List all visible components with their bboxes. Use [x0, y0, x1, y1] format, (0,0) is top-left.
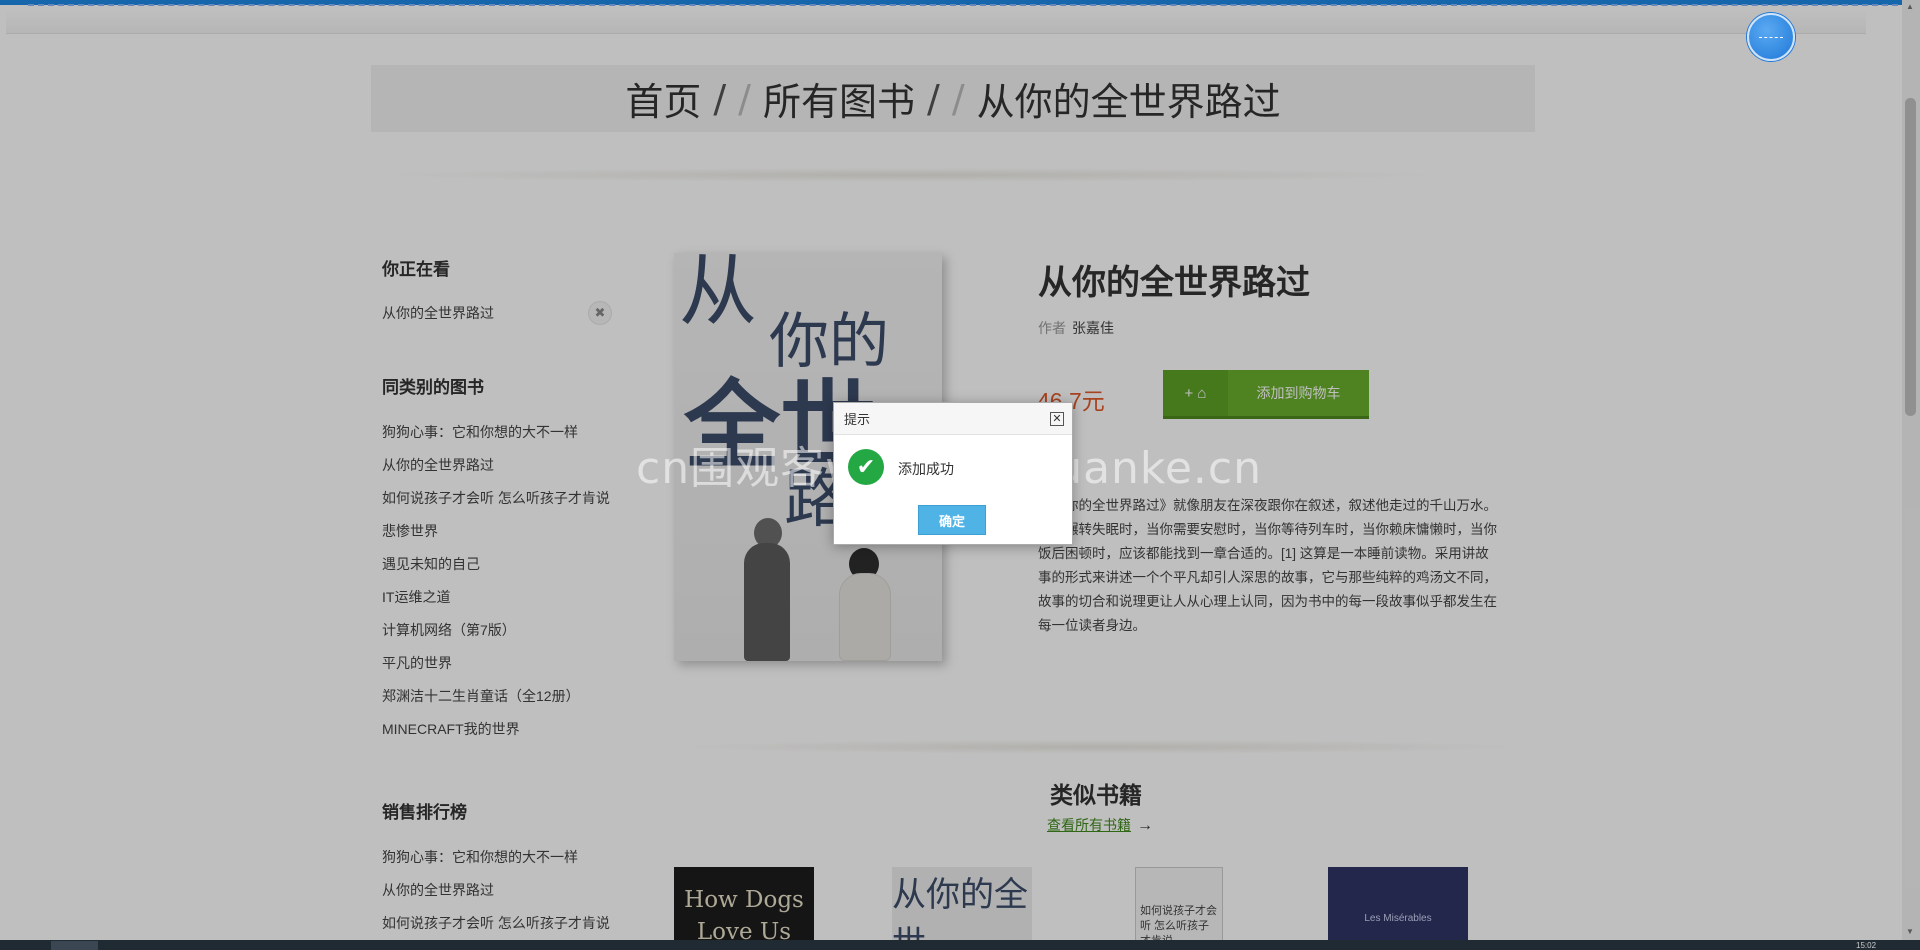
book-detail-page: 首页 / / 所有图书 / / 从你的全世界路过 你正在看 从你的全世界路过 ✖…	[0, 0, 1920, 950]
dialog-body: ✔ 添加成功	[834, 435, 1072, 495]
dialog-message: 添加成功	[898, 461, 954, 477]
alert-dialog: 提示 ✕ ✔ 添加成功 确定	[833, 402, 1073, 545]
floating-assistant-icon[interactable]	[1747, 13, 1795, 61]
dialog-title: 提示	[844, 412, 871, 427]
close-icon[interactable]: ✕	[1050, 411, 1064, 426]
taskbar-app-button[interactable]	[51, 941, 98, 950]
confirm-button[interactable]: 确定	[918, 505, 986, 535]
os-taskbar	[0, 940, 1920, 950]
dialog-header: 提示 ✕	[834, 403, 1072, 435]
success-check-icon: ✔	[848, 449, 884, 485]
taskbar-clock: 15:02	[1856, 941, 1877, 950]
